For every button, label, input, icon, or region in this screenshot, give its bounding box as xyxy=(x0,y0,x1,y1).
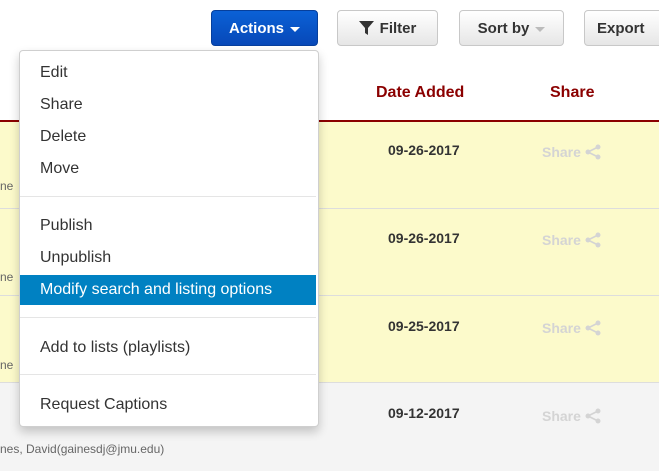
share-link[interactable]: Share xyxy=(542,232,601,248)
menu-divider xyxy=(20,317,316,318)
actions-button[interactable]: Actions xyxy=(211,10,318,46)
filter-funnel-icon xyxy=(358,20,374,35)
actions-button-label: Actions xyxy=(228,19,284,37)
caret-down-icon xyxy=(290,26,300,32)
filter-button-label: Filter xyxy=(379,19,417,37)
owner-cell: ne xyxy=(0,358,14,372)
share-link[interactable]: Share xyxy=(542,320,601,336)
share-link-label: Share xyxy=(542,232,581,248)
menu-item-delete[interactable]: Delete xyxy=(20,122,316,152)
share-link-label: Share xyxy=(542,320,581,336)
share-link[interactable]: Share xyxy=(542,144,601,160)
share-nodes-icon xyxy=(585,144,601,160)
export-button-label: Export xyxy=(597,19,645,37)
menu-item-modify-search-listing[interactable]: Modify search and listing options xyxy=(20,275,316,305)
menu-item-move[interactable]: Move xyxy=(20,154,316,184)
date-added-cell: 09-12-2017 xyxy=(388,405,460,421)
caret-down-icon xyxy=(535,26,546,32)
menu-item-share[interactable]: Share xyxy=(20,90,316,120)
share-link[interactable]: Share xyxy=(542,408,601,424)
menu-item-publish[interactable]: Publish xyxy=(20,211,316,241)
share-nodes-icon xyxy=(585,232,601,248)
actions-dropdown-menu: Edit Share Delete Move Publish Unpublish… xyxy=(19,50,319,427)
owner-cell: ne xyxy=(0,179,14,193)
menu-item-edit[interactable]: Edit xyxy=(20,58,316,88)
filter-button[interactable]: Filter xyxy=(337,10,438,46)
share-nodes-icon xyxy=(585,408,601,424)
owner-cell: nes, David(gainesdj@jmu.edu) xyxy=(0,442,165,456)
share-nodes-icon xyxy=(585,320,601,336)
owner-cell: ne xyxy=(0,270,14,284)
date-added-cell: 09-26-2017 xyxy=(388,230,460,246)
date-added-cell: 09-25-2017 xyxy=(388,318,460,334)
menu-divider xyxy=(20,374,316,375)
menu-item-add-to-lists[interactable]: Add to lists (playlists) xyxy=(20,333,316,363)
column-header-date-added[interactable]: Date Added xyxy=(376,84,464,102)
share-link-label: Share xyxy=(542,144,581,160)
export-button[interactable]: Export xyxy=(584,10,659,46)
sort-by-button-label: Sort by xyxy=(477,19,530,37)
menu-item-request-captions[interactable]: Request Captions xyxy=(20,390,316,420)
sort-by-button[interactable]: Sort by xyxy=(459,10,564,46)
date-added-cell: 09-26-2017 xyxy=(388,142,460,158)
menu-divider xyxy=(20,196,316,197)
share-link-label: Share xyxy=(542,408,581,424)
menu-item-unpublish[interactable]: Unpublish xyxy=(20,243,316,273)
column-header-share[interactable]: Share xyxy=(550,84,594,102)
